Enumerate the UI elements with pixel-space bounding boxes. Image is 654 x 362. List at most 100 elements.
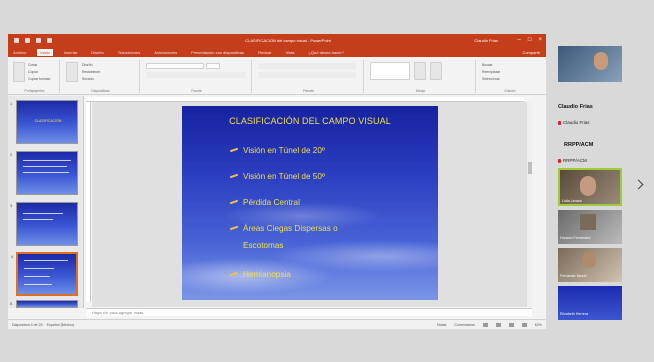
select-button[interactable]: Seleccionar [482, 77, 500, 81]
paste-button[interactable] [13, 62, 25, 82]
tab-animaciones[interactable]: Animaciones [151, 49, 180, 56]
participant-label: RRPP/ACM [558, 158, 587, 163]
minimize-icon[interactable]: – [518, 37, 521, 43]
notes-toggle[interactable]: Notas [437, 323, 446, 327]
bullet-arrow-icon [230, 271, 239, 277]
slide-thumbnail[interactable]: 2 [10, 151, 78, 195]
window-controls: – □ × [518, 37, 542, 43]
slide-sorter-icon[interactable] [495, 323, 501, 327]
language-indicator[interactable]: Español (México) [47, 323, 75, 327]
thumbnail-text-line [23, 213, 63, 214]
chevron-right-icon[interactable] [634, 178, 644, 192]
share-button[interactable]: Compartir [522, 50, 540, 55]
signed-in-user[interactable]: Claudio Frias [474, 38, 498, 43]
participant-video[interactable] [558, 46, 622, 82]
tab-vista[interactable]: Vista [283, 49, 298, 56]
format-painter-button[interactable]: Copiar formato [28, 77, 50, 81]
thumbnail-text-line [23, 172, 69, 173]
participant-name: Claudio Frias [558, 104, 593, 110]
bullet-continuation[interactable]: Escotomas [243, 241, 284, 250]
tell-me-search[interactable]: ¿Qué desea hacer? [305, 49, 346, 56]
window-title: CLASIFICACION del campo visual - PowerPo… [245, 38, 331, 43]
paragraph-row-2[interactable] [258, 72, 356, 78]
save-icon[interactable] [14, 38, 19, 43]
font-family-select[interactable] [146, 63, 204, 69]
tab-transiciones[interactable]: Transiciones [115, 49, 144, 56]
participant-label: Lidia Lerasa [562, 199, 582, 203]
bullet-item[interactable]: Hemianopsia [230, 270, 291, 279]
replace-button[interactable]: Reemplazar [482, 70, 500, 74]
scrollbar-thumb[interactable] [528, 162, 532, 174]
participant-video-active-speaker[interactable]: Lidia Lerasa [558, 168, 622, 206]
status-left: Diapositiva 4 de 20 Español (México) [12, 323, 74, 327]
layout-button[interactable]: Diseño [82, 63, 93, 67]
bullet-text: Áreas Ciegas Dispersas o [243, 224, 338, 233]
group-label: Portapapeles [24, 89, 45, 93]
close-icon[interactable]: × [538, 37, 542, 43]
participant-label: Horacio Fernandez [560, 236, 591, 240]
group-label: Edición [504, 89, 516, 93]
reset-button[interactable]: Restablecer [82, 70, 100, 74]
slide-thumbnail[interactable]: 5 [10, 300, 78, 308]
bullet-item[interactable]: Pérdida Central [230, 198, 300, 207]
slide-title[interactable]: CLASIFICACIÓN DEL CAMPO VISUAL [182, 116, 438, 126]
tab-insertar[interactable]: Insertar [61, 49, 81, 56]
tab-presentacion[interactable]: Presentación con diapositivas [188, 49, 247, 56]
bullet-arrow-icon [230, 199, 239, 205]
slide-number: 3 [10, 203, 13, 208]
slide-thumbnail[interactable]: 3 [10, 202, 78, 246]
bullet-text: Visión en Túnel de 20º [243, 146, 325, 155]
tab-archivo[interactable]: Archivo [10, 49, 29, 56]
tab-diseno[interactable]: Diseño [88, 49, 106, 56]
slide-thumbnail[interactable]: 1 CLASIFICACIÓN [10, 100, 78, 144]
participant-label: Claudio Frias [558, 120, 590, 125]
bullet-text: Pérdida Central [243, 198, 300, 207]
participant-face [582, 252, 596, 268]
vertical-ruler [86, 102, 91, 302]
group-font: Fuente [142, 60, 252, 93]
participant-face [580, 214, 596, 230]
participant-face [580, 176, 596, 196]
start-presentation-icon[interactable] [47, 38, 52, 43]
slide-thumbnails-pane[interactable]: 1 CLASIFICACIÓN 2 3 4 5 [8, 96, 84, 308]
find-button[interactable]: Buscar [482, 63, 493, 67]
quick-styles-button[interactable] [430, 62, 442, 80]
section-button[interactable]: Sección [82, 77, 94, 81]
tab-revisar[interactable]: Revisar [255, 49, 275, 56]
group-label: Fuente [191, 89, 202, 93]
participant-video[interactable]: Horacio Fernandez [558, 210, 622, 244]
participant-face [594, 52, 608, 70]
paragraph-row-1[interactable] [258, 63, 356, 69]
comments-toggle[interactable]: Comentarios [454, 323, 474, 327]
copy-button[interactable]: Copiar [28, 70, 38, 74]
thumbnail-title: CLASIFICACIÓN [34, 119, 62, 123]
participant-video[interactable]: Fernanda Tacchi [558, 248, 622, 282]
bullet-item[interactable]: Áreas Ciegas Dispersas o [230, 224, 338, 233]
current-slide[interactable]: CLASIFICACIÓN DEL CAMPO VISUAL Visión en… [182, 106, 438, 300]
muted-mic-icon [558, 158, 561, 163]
slide-editor: CLASIFICACIÓN DEL CAMPO VISUAL Visión en… [92, 102, 532, 307]
participant-label: Elizabeth Herrera [560, 312, 588, 316]
cut-button[interactable]: Cortar [28, 63, 37, 67]
slideshow-icon[interactable] [521, 323, 527, 327]
bullet-item[interactable]: Visión en Túnel de 20º [230, 146, 325, 155]
reading-view-icon[interactable] [508, 323, 514, 327]
font-size-select[interactable] [206, 63, 220, 69]
notes-pane[interactable]: Haga clic para agregar notas [86, 308, 532, 316]
arrange-button[interactable] [414, 62, 426, 80]
bullet-text: Hemianopsia [243, 270, 291, 279]
tab-inicio[interactable]: Inicio [37, 49, 53, 56]
zoom-level[interactable]: 62% [535, 323, 542, 327]
shapes-gallery[interactable] [370, 62, 410, 80]
bullet-arrow-icon [230, 225, 239, 231]
maximize-icon[interactable]: □ [528, 37, 532, 43]
undo-icon[interactable] [25, 38, 30, 43]
slide-thumbnail-active[interactable]: 4 [11, 252, 78, 296]
font-format-row[interactable] [146, 72, 246, 78]
participant-video[interactable]: Elizabeth Herrera [558, 286, 622, 320]
bullet-item[interactable]: Visión en Túnel de 50º [230, 172, 325, 181]
normal-view-icon[interactable] [482, 323, 488, 327]
new-slide-button[interactable] [66, 62, 78, 82]
redo-icon[interactable] [36, 38, 41, 43]
slide-scrollbar[interactable] [526, 102, 532, 307]
